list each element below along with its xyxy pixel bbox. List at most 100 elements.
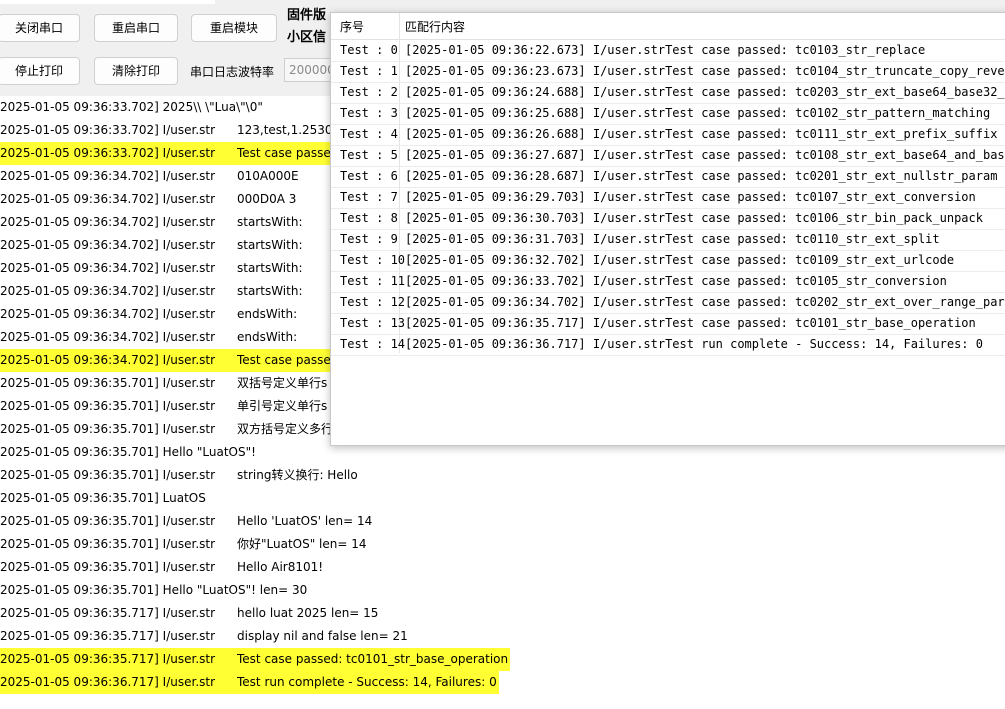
match-results-header: 序号 匹配行内容 bbox=[331, 13, 1005, 40]
log-message: 010A000E bbox=[237, 169, 299, 183]
close-port-button[interactable]: 关闭串口 bbox=[0, 14, 80, 42]
log-timestamp: 2025-01-05 09:36:35.701] I/user.str bbox=[0, 537, 216, 551]
log-row: 2025-01-05 09:36:34.702] I/user.str Test … bbox=[0, 349, 333, 372]
match-content: [2025-01-05 09:36:23.673] I/user.strTest… bbox=[405, 64, 1005, 78]
log-timestamp: 2025-01-05 09:36:36.717] I/user.str bbox=[0, 675, 216, 689]
log-timestamp: 2025-01-05 09:36:33.702] I/user.str bbox=[0, 123, 216, 137]
match-content: [2025-01-05 09:36:36.717] I/user.strTest… bbox=[405, 337, 983, 351]
log-message: Test run complete - Success: 14, Failure… bbox=[237, 675, 497, 689]
match-index: Test : 2 bbox=[340, 85, 398, 99]
stop-print-button[interactable]: 停止打印 bbox=[0, 57, 80, 85]
match-result-row[interactable]: Test : 2 [2025-01-05 09:36:24.688] I/user… bbox=[331, 82, 1005, 104]
log-timestamp: 2025-01-05 09:36:35.701] Hello "LuatOS"!… bbox=[0, 583, 308, 597]
match-result-row[interactable]: Test : 3 [2025-01-05 09:36:25.688] I/user… bbox=[331, 103, 1005, 125]
log-message: startsWith: bbox=[237, 238, 303, 252]
restart-module-button[interactable]: 重启模块 bbox=[191, 14, 277, 42]
log-message: hello luat 2025 len= 15 bbox=[237, 606, 379, 620]
match-index: Test : 14 bbox=[340, 337, 406, 351]
log-timestamp: 2025-01-05 09:36:34.702] I/user.str bbox=[0, 238, 216, 252]
match-index: Test : 11 bbox=[340, 274, 406, 288]
match-index: Test : 1 bbox=[340, 64, 398, 78]
log-message: startsWith: bbox=[237, 261, 303, 275]
log-message: 单引号定义单行s bbox=[237, 399, 328, 413]
match-index: Test : 10 bbox=[340, 253, 406, 267]
log-timestamp: 2025-01-05 09:36:35.701] LuatOS bbox=[0, 491, 206, 505]
match-result-row[interactable]: Test : 6 [2025-01-05 09:36:28.687] I/user… bbox=[331, 166, 1005, 188]
match-result-row[interactable]: Test : 0 [2025-01-05 09:36:22.673] I/user… bbox=[331, 40, 1005, 62]
log-message: string转义换行: Hello bbox=[237, 468, 358, 482]
log-timestamp: 2025-01-05 09:36:34.702] I/user.str bbox=[0, 169, 216, 183]
match-index: Test : 5 bbox=[340, 148, 398, 162]
match-result-row[interactable]: Test : 14 [2025-01-05 09:36:36.717] I/use… bbox=[331, 334, 1005, 356]
log-timestamp: 2025-01-05 09:36:35.701] I/user.str bbox=[0, 376, 216, 390]
match-result-row[interactable]: Test : 10 [2025-01-05 09:36:32.702] I/use… bbox=[331, 250, 1005, 272]
column-header-index: 序号 bbox=[340, 20, 365, 34]
log-timestamp: 2025-01-05 09:36:35.701] I/user.str bbox=[0, 422, 216, 436]
match-index: Test : 4 bbox=[340, 127, 398, 141]
log-message: Test case passe bbox=[237, 146, 331, 160]
log-message: startsWith: bbox=[237, 284, 303, 298]
match-result-row[interactable]: Test : 9 [2025-01-05 09:36:31.703] I/user… bbox=[331, 229, 1005, 251]
log-message: Test case passed: tc0101_str_base_operat… bbox=[237, 652, 509, 666]
log-message: 123,test,1.25300 bbox=[237, 123, 341, 137]
match-content: [2025-01-05 09:36:28.687] I/user.strTest… bbox=[405, 169, 998, 183]
log-timestamp: 2025-01-05 09:36:34.702] I/user.str bbox=[0, 192, 216, 206]
restart-port-button[interactable]: 重启串口 bbox=[94, 14, 178, 42]
match-result-row[interactable]: Test : 5 [2025-01-05 09:36:27.687] I/user… bbox=[331, 145, 1005, 167]
match-index: Test : 3 bbox=[340, 106, 398, 120]
log-message: Test case passe bbox=[237, 353, 331, 367]
match-result-row[interactable]: Test : 7 [2025-01-05 09:36:29.703] I/user… bbox=[331, 187, 1005, 209]
match-result-row[interactable]: Test : 1 [2025-01-05 09:36:23.673] I/user… bbox=[331, 61, 1005, 83]
log-timestamp: 2025-01-05 09:36:35.717] I/user.str bbox=[0, 652, 216, 666]
log-message: 双括号定义单行s bbox=[237, 376, 328, 390]
log-timestamp: 2025-01-05 09:36:35.701] I/user.str bbox=[0, 514, 216, 528]
match-result-row[interactable]: Test : 13 [2025-01-05 09:36:35.717] I/use… bbox=[331, 313, 1005, 335]
match-content: [2025-01-05 09:36:27.687] I/user.strTest… bbox=[405, 148, 1005, 162]
toolbar-top-strip bbox=[0, 0, 215, 4]
log-timestamp: 2025-01-05 09:36:34.702] I/user.str bbox=[0, 307, 216, 321]
match-index: Test : 7 bbox=[340, 190, 398, 204]
baud-rate-label: 串口日志波特率 bbox=[190, 65, 275, 79]
log-message: endsWith: bbox=[237, 330, 298, 344]
match-content: [2025-01-05 09:36:31.703] I/user.strTest… bbox=[405, 232, 940, 246]
match-content: [2025-01-05 09:36:32.702] I/user.strTest… bbox=[405, 253, 955, 267]
match-content: [2025-01-05 09:36:29.703] I/user.strTest… bbox=[405, 190, 976, 204]
log-timestamp: 2025-01-05 09:36:34.702] I/user.str bbox=[0, 330, 216, 344]
match-content: [2025-01-05 09:36:33.702] I/user.strTest… bbox=[405, 274, 947, 288]
match-content: [2025-01-05 09:36:26.688] I/user.strTest… bbox=[405, 127, 998, 141]
log-timestamp: 2025-01-05 09:36:33.702] I/user.str bbox=[0, 146, 216, 160]
match-content: [2025-01-05 09:36:30.703] I/user.strTest… bbox=[405, 211, 983, 225]
match-index: Test : 9 bbox=[340, 232, 398, 246]
match-content: [2025-01-05 09:36:25.688] I/user.strTest… bbox=[405, 106, 991, 120]
log-timestamp: 2025-01-05 09:36:35.717] I/user.str bbox=[0, 606, 216, 620]
log-message: startsWith: bbox=[237, 215, 303, 229]
log-row: 2025-01-05 09:36:35.717] I/user.str Test … bbox=[0, 648, 510, 671]
log-row: 2025-01-05 09:36:33.702] I/user.str Test … bbox=[0, 142, 333, 165]
match-index: Test : 6 bbox=[340, 169, 398, 183]
log-message: Hello Air8101! bbox=[237, 560, 324, 574]
cell-info-label: 小区信 bbox=[287, 30, 327, 45]
log-timestamp: 2025-01-05 09:36:35.701] Hello "LuatOS"! bbox=[0, 445, 256, 459]
log-timestamp: 2025-01-05 09:36:33.702] 2025\\ \"Lua\"\… bbox=[0, 100, 263, 114]
match-result-row[interactable]: Test : 8 [2025-01-05 09:36:30.703] I/user… bbox=[331, 208, 1005, 230]
match-index: Test : 8 bbox=[340, 211, 398, 225]
log-timestamp: 2025-01-05 09:36:34.702] I/user.str bbox=[0, 261, 216, 275]
log-message: 双方括号定义多行 bbox=[237, 422, 334, 436]
log-timestamp: 2025-01-05 09:36:34.702] I/user.str bbox=[0, 284, 216, 298]
log-message: endsWith: bbox=[237, 307, 298, 321]
match-index: Test : 0 bbox=[340, 43, 398, 57]
log-timestamp: 2025-01-05 09:36:35.701] I/user.str bbox=[0, 399, 216, 413]
match-content: [2025-01-05 09:36:35.717] I/user.strTest… bbox=[405, 316, 976, 330]
match-index: Test : 12 bbox=[340, 295, 406, 309]
match-result-row[interactable]: Test : 12 [2025-01-05 09:36:34.702] I/use… bbox=[331, 292, 1005, 314]
clear-print-button[interactable]: 清除打印 bbox=[94, 57, 178, 85]
log-timestamp: 2025-01-05 09:36:34.702] I/user.str bbox=[0, 353, 216, 367]
match-result-row[interactable]: Test : 11 [2025-01-05 09:36:33.702] I/use… bbox=[331, 271, 1005, 293]
match-results-window: 序号 匹配行内容 Test : 0 [2025-01-05 09:36:22.67… bbox=[330, 12, 1005, 446]
match-result-row[interactable]: Test : 4 [2025-01-05 09:36:26.688] I/user… bbox=[331, 124, 1005, 146]
log-message: display nil and false len= 21 bbox=[237, 629, 408, 643]
log-timestamp: 2025-01-05 09:36:35.701] I/user.str bbox=[0, 560, 216, 574]
log-message: 000D0A 3 bbox=[237, 192, 297, 206]
firmware-label: 固件版 bbox=[287, 8, 327, 23]
log-message: 你好"LuatOS" len= 14 bbox=[237, 537, 367, 551]
